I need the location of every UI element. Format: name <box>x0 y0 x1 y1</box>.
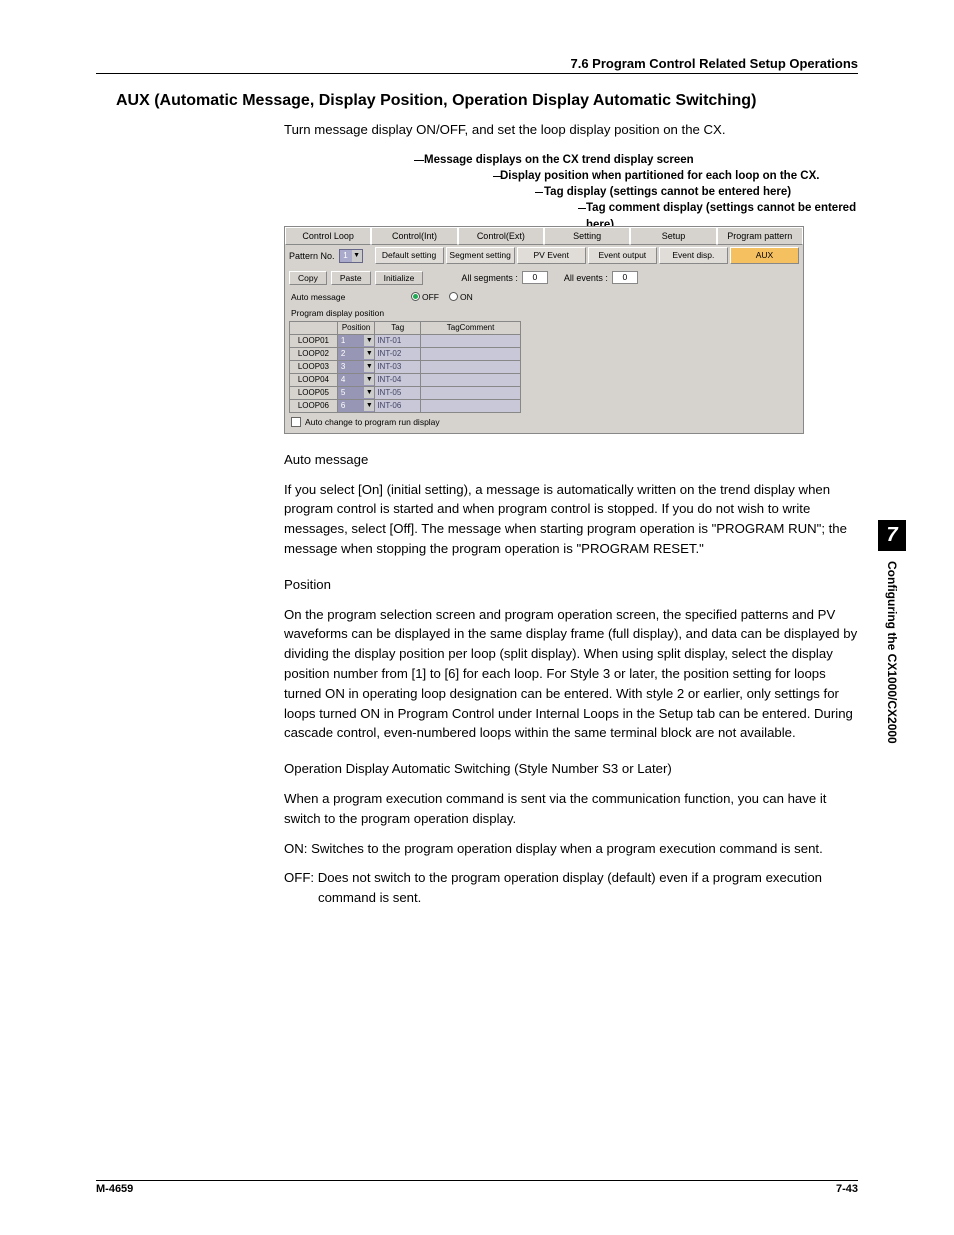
tab-setting[interactable]: Setting <box>544 227 630 245</box>
copy-button[interactable]: Copy <box>289 271 327 285</box>
table-row: LOOP044▼INT-04 <box>290 373 521 386</box>
chevron-down-icon[interactable]: ▼ <box>364 374 374 385</box>
chevron-down-icon[interactable]: ▼ <box>364 348 374 359</box>
table-row: LOOP033▼INT-03 <box>290 360 521 373</box>
auto-message-heading: Auto message <box>284 450 858 470</box>
program-display-position-label: Program display position <box>285 305 803 321</box>
chevron-down-icon[interactable]: ▼ <box>364 387 374 398</box>
tab-program-pattern[interactable]: Program pattern <box>717 227 803 245</box>
subtab-aux[interactable]: AUX <box>730 247 799 264</box>
auto-message-label: Auto message <box>291 292 411 302</box>
subtab-default[interactable]: Default setting <box>375 247 444 264</box>
pattern-no-select[interactable]: 1▼ <box>339 249 363 263</box>
opdisp-off: OFF: Does not switch to the program oper… <box>318 868 858 908</box>
subtab-eventout[interactable]: Event output <box>588 247 657 264</box>
footer-right: 7-43 <box>836 1183 858 1195</box>
initialize-button[interactable]: Initialize <box>375 271 424 285</box>
table-row: LOOP066▼INT-06 <box>290 399 521 412</box>
section-header: 7.6 Program Control Related Setup Operat… <box>96 56 858 74</box>
subtab-pvevent[interactable]: PV Event <box>517 247 586 264</box>
th-tagcomment: TagComment <box>421 321 521 334</box>
chapter-label: Configuring the CX1000/CX2000 <box>885 551 899 744</box>
app-window: Control Loop Control(Int) Control(Ext) S… <box>284 226 804 434</box>
tab-control-ext[interactable]: Control(Ext) <box>458 227 544 245</box>
chevron-down-icon[interactable]: ▼ <box>364 400 374 411</box>
chapter-number: 7 <box>878 520 906 551</box>
auto-change-label: Auto change to program run display <box>305 417 440 427</box>
th-position: Position <box>337 321 374 334</box>
table-row: LOOP022▼INT-02 <box>290 347 521 360</box>
intro-text: Turn message display ON/OFF, and set the… <box>284 120 858 140</box>
chevron-down-icon[interactable]: ▼ <box>364 335 374 346</box>
main-tabs: Control Loop Control(Int) Control(Ext) S… <box>285 227 803 245</box>
all-events-label: All events : <box>564 273 608 283</box>
subtab-eventdisp[interactable]: Event disp. <box>659 247 728 264</box>
tab-setup[interactable]: Setup <box>630 227 716 245</box>
subtab-segment[interactable]: Segment setting <box>446 247 515 264</box>
page-title: AUX (Automatic Message, Display Position… <box>96 92 858 110</box>
position-text: On the program selection screen and prog… <box>284 605 858 744</box>
callout-position: Display position when partitioned for ea… <box>500 168 819 185</box>
all-events-value: 0 <box>612 271 638 284</box>
chapter-tab: 7 Configuring the CX1000/CX2000 <box>878 520 906 747</box>
opdisp-on: ON: Switches to the program operation di… <box>318 839 858 859</box>
auto-message-text: If you select [On] (initial setting), a … <box>284 480 858 559</box>
opdisp-heading: Operation Display Automatic Switching (S… <box>284 759 858 779</box>
table-row: LOOP055▼INT-05 <box>290 386 521 399</box>
all-segments-value: 0 <box>522 271 548 284</box>
paste-button[interactable]: Paste <box>331 271 371 285</box>
chevron-down-icon[interactable]: ▼ <box>364 361 374 372</box>
table-row: LOOP011▼INT-01 <box>290 334 521 347</box>
all-segments-label: All segments : <box>461 273 518 283</box>
footer-left: M-4659 <box>96 1183 133 1195</box>
loop-table: Position Tag TagComment LOOP011▼INT-01 L… <box>289 321 521 413</box>
tab-control-int[interactable]: Control(Int) <box>371 227 457 245</box>
auto-change-checkbox[interactable] <box>291 417 301 427</box>
tab-control-loop[interactable]: Control Loop <box>285 227 371 245</box>
th-tag: Tag <box>375 321 421 334</box>
auto-message-off[interactable]: OFF <box>411 292 439 302</box>
position-heading: Position <box>284 575 858 595</box>
opdisp-text: When a program execution command is sent… <box>284 789 858 829</box>
callout-message: Message displays on the CX trend display… <box>424 152 694 169</box>
auto-message-on[interactable]: ON <box>449 292 473 302</box>
callout-tag: Tag display (settings cannot be entered … <box>544 184 791 201</box>
pattern-no-label: Pattern No. <box>289 251 335 261</box>
